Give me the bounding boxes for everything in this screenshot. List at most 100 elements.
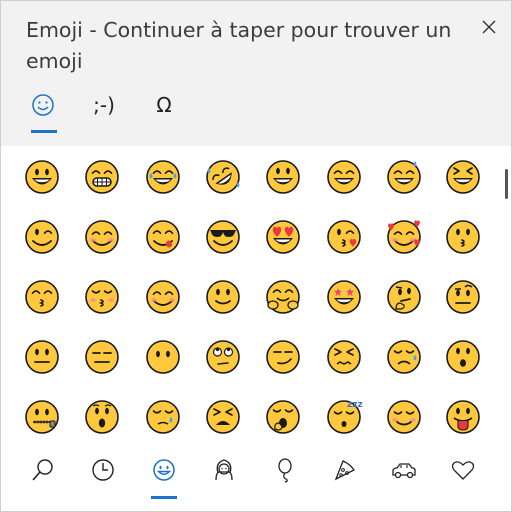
tab-emoji[interactable]: [23, 87, 63, 123]
sleepy-emoji-icon: [146, 400, 180, 434]
kissing-heart-emoji-icon: [327, 220, 361, 254]
emoji-smirk[interactable]: [258, 332, 308, 382]
emoji-panel: Emoji - Continuer à taper pour trouver u…: [0, 0, 512, 512]
emoji-eye-roll[interactable]: [198, 332, 248, 382]
tab-symbols[interactable]: Ω: [144, 87, 184, 123]
smiley-outline-icon: [32, 94, 54, 116]
tears-of-joy-emoji-icon: [146, 160, 180, 194]
category-food[interactable]: [324, 453, 366, 487]
emoji-no-mouth[interactable]: [138, 332, 188, 382]
smiley-emoji-icon: [266, 160, 300, 194]
emoji-sleepy[interactable]: [138, 392, 188, 435]
laughing-emoji-icon: [446, 160, 480, 194]
wink-emoji-icon: [25, 220, 59, 254]
search-icon: [32, 459, 53, 481]
emoji-kissing-smiling-eyes[interactable]: [17, 272, 67, 322]
open-mouth-emoji-icon: [85, 400, 119, 434]
emoji-open-mouth[interactable]: [77, 392, 127, 435]
kaomoji-icon: ;-): [93, 93, 115, 117]
emoji-slight-smile[interactable]: [198, 272, 248, 322]
category-search[interactable]: [22, 453, 64, 487]
emoji-yum[interactable]: [138, 212, 188, 262]
relieved-emoji-icon: [387, 400, 421, 434]
emoji-kissing[interactable]: [438, 212, 488, 262]
sweat-smile-emoji-icon: [387, 160, 421, 194]
emoji-panel-header: Emoji - Continuer à taper pour trouver u…: [1, 1, 511, 146]
kissing-closed-eyes-emoji-icon: [85, 280, 119, 314]
smiley-icon: [153, 459, 175, 481]
emoji-smile[interactable]: [319, 152, 369, 202]
emoji-expressionless[interactable]: [77, 332, 127, 382]
emoji-hushed[interactable]: [438, 332, 488, 382]
expressionless-emoji-icon: [85, 340, 119, 374]
grinning-emoji-icon: [25, 160, 59, 194]
emoji-beaming[interactable]: [77, 152, 127, 202]
omega-icon: Ω: [156, 93, 172, 117]
emoji-smiling-hearts[interactable]: [379, 212, 429, 262]
emoji-disappointed-relieved[interactable]: [379, 332, 429, 382]
smile-emoji-icon: [327, 160, 361, 194]
person-icon: [215, 459, 233, 481]
category-travel[interactable]: [383, 453, 425, 487]
category-recent[interactable]: [82, 453, 124, 487]
emoji-kissing-closed-eyes[interactable]: [77, 272, 127, 322]
emoji-sunglasses[interactable]: [198, 212, 248, 262]
emoji-tongue-out[interactable]: [438, 392, 488, 435]
tongue-out-emoji-icon: [446, 400, 480, 434]
category-symbols[interactable]: [442, 453, 484, 487]
category-bar: [1, 435, 511, 511]
slight-smile-emoji-icon: [206, 280, 240, 314]
emoji-wink[interactable]: [17, 212, 67, 262]
beaming-emoji-icon: [85, 160, 119, 194]
emoji-blush[interactable]: [77, 212, 127, 262]
emoji-grid: zzz: [1, 147, 501, 435]
emoji-relieved[interactable]: [379, 392, 429, 435]
emoji-yawning[interactable]: [258, 392, 308, 435]
emoji-rolling-laughing[interactable]: [198, 152, 248, 202]
relaxed-emoji-icon: [146, 280, 180, 314]
emoji-tears-of-joy[interactable]: [138, 152, 188, 202]
yum-emoji-icon: [146, 220, 180, 254]
emoji-zipper-mouth[interactable]: [17, 392, 67, 435]
emoji-star-struck[interactable]: [319, 272, 369, 322]
scrollbar-thumb[interactable]: [505, 169, 508, 199]
thinking-emoji-icon: [387, 280, 421, 314]
emoji-hugging[interactable]: [258, 272, 308, 322]
emoji-relaxed[interactable]: [138, 272, 188, 322]
emoji-neutral[interactable]: [17, 332, 67, 382]
category-people[interactable]: [203, 453, 245, 487]
sunglasses-emoji-icon: [206, 220, 240, 254]
emoji-sweat-smile[interactable]: [379, 152, 429, 202]
category-smileys[interactable]: [143, 453, 185, 487]
emoji-tired[interactable]: [198, 392, 248, 435]
emoji-heart-eyes[interactable]: [258, 212, 308, 262]
rolling-laughing-emoji-icon: [206, 160, 240, 194]
tab-kaomoji[interactable]: ;-): [84, 87, 124, 123]
emoji-persevering[interactable]: [319, 332, 369, 382]
emoji-laughing[interactable]: [438, 152, 488, 202]
emoji-grinning[interactable]: [17, 152, 67, 202]
emoji-thinking[interactable]: [379, 272, 429, 322]
smiling-hearts-emoji-icon: [387, 220, 421, 254]
close-button[interactable]: [475, 13, 503, 41]
car-icon: [392, 463, 416, 479]
emoji-kissing-heart[interactable]: [319, 212, 369, 262]
kissing-emoji-icon: [446, 220, 480, 254]
category-celebrations[interactable]: [264, 453, 306, 487]
tired-emoji-icon: [206, 400, 240, 434]
svg-text:zzz: zzz: [347, 400, 363, 410]
close-icon: [482, 20, 496, 34]
clock-icon: [92, 459, 114, 481]
panel-title: Emoji - Continuer à taper pour trouver u…: [26, 18, 452, 73]
hugging-emoji-icon: [266, 280, 300, 314]
balloon-icon: [278, 458, 292, 483]
sleeping-emoji-icon: zzz: [327, 400, 363, 434]
emoji-raised-eyebrow[interactable]: [438, 272, 488, 322]
emoji-smiley[interactable]: [258, 152, 308, 202]
neutral-emoji-icon: [25, 340, 59, 374]
raised-eyebrow-emoji-icon: [446, 280, 480, 314]
zipper-mouth-emoji-icon: [25, 400, 59, 434]
selected-tab-indicator: [31, 130, 57, 133]
emoji-sleeping[interactable]: zzz: [319, 392, 369, 435]
eye-roll-emoji-icon: [206, 340, 240, 374]
